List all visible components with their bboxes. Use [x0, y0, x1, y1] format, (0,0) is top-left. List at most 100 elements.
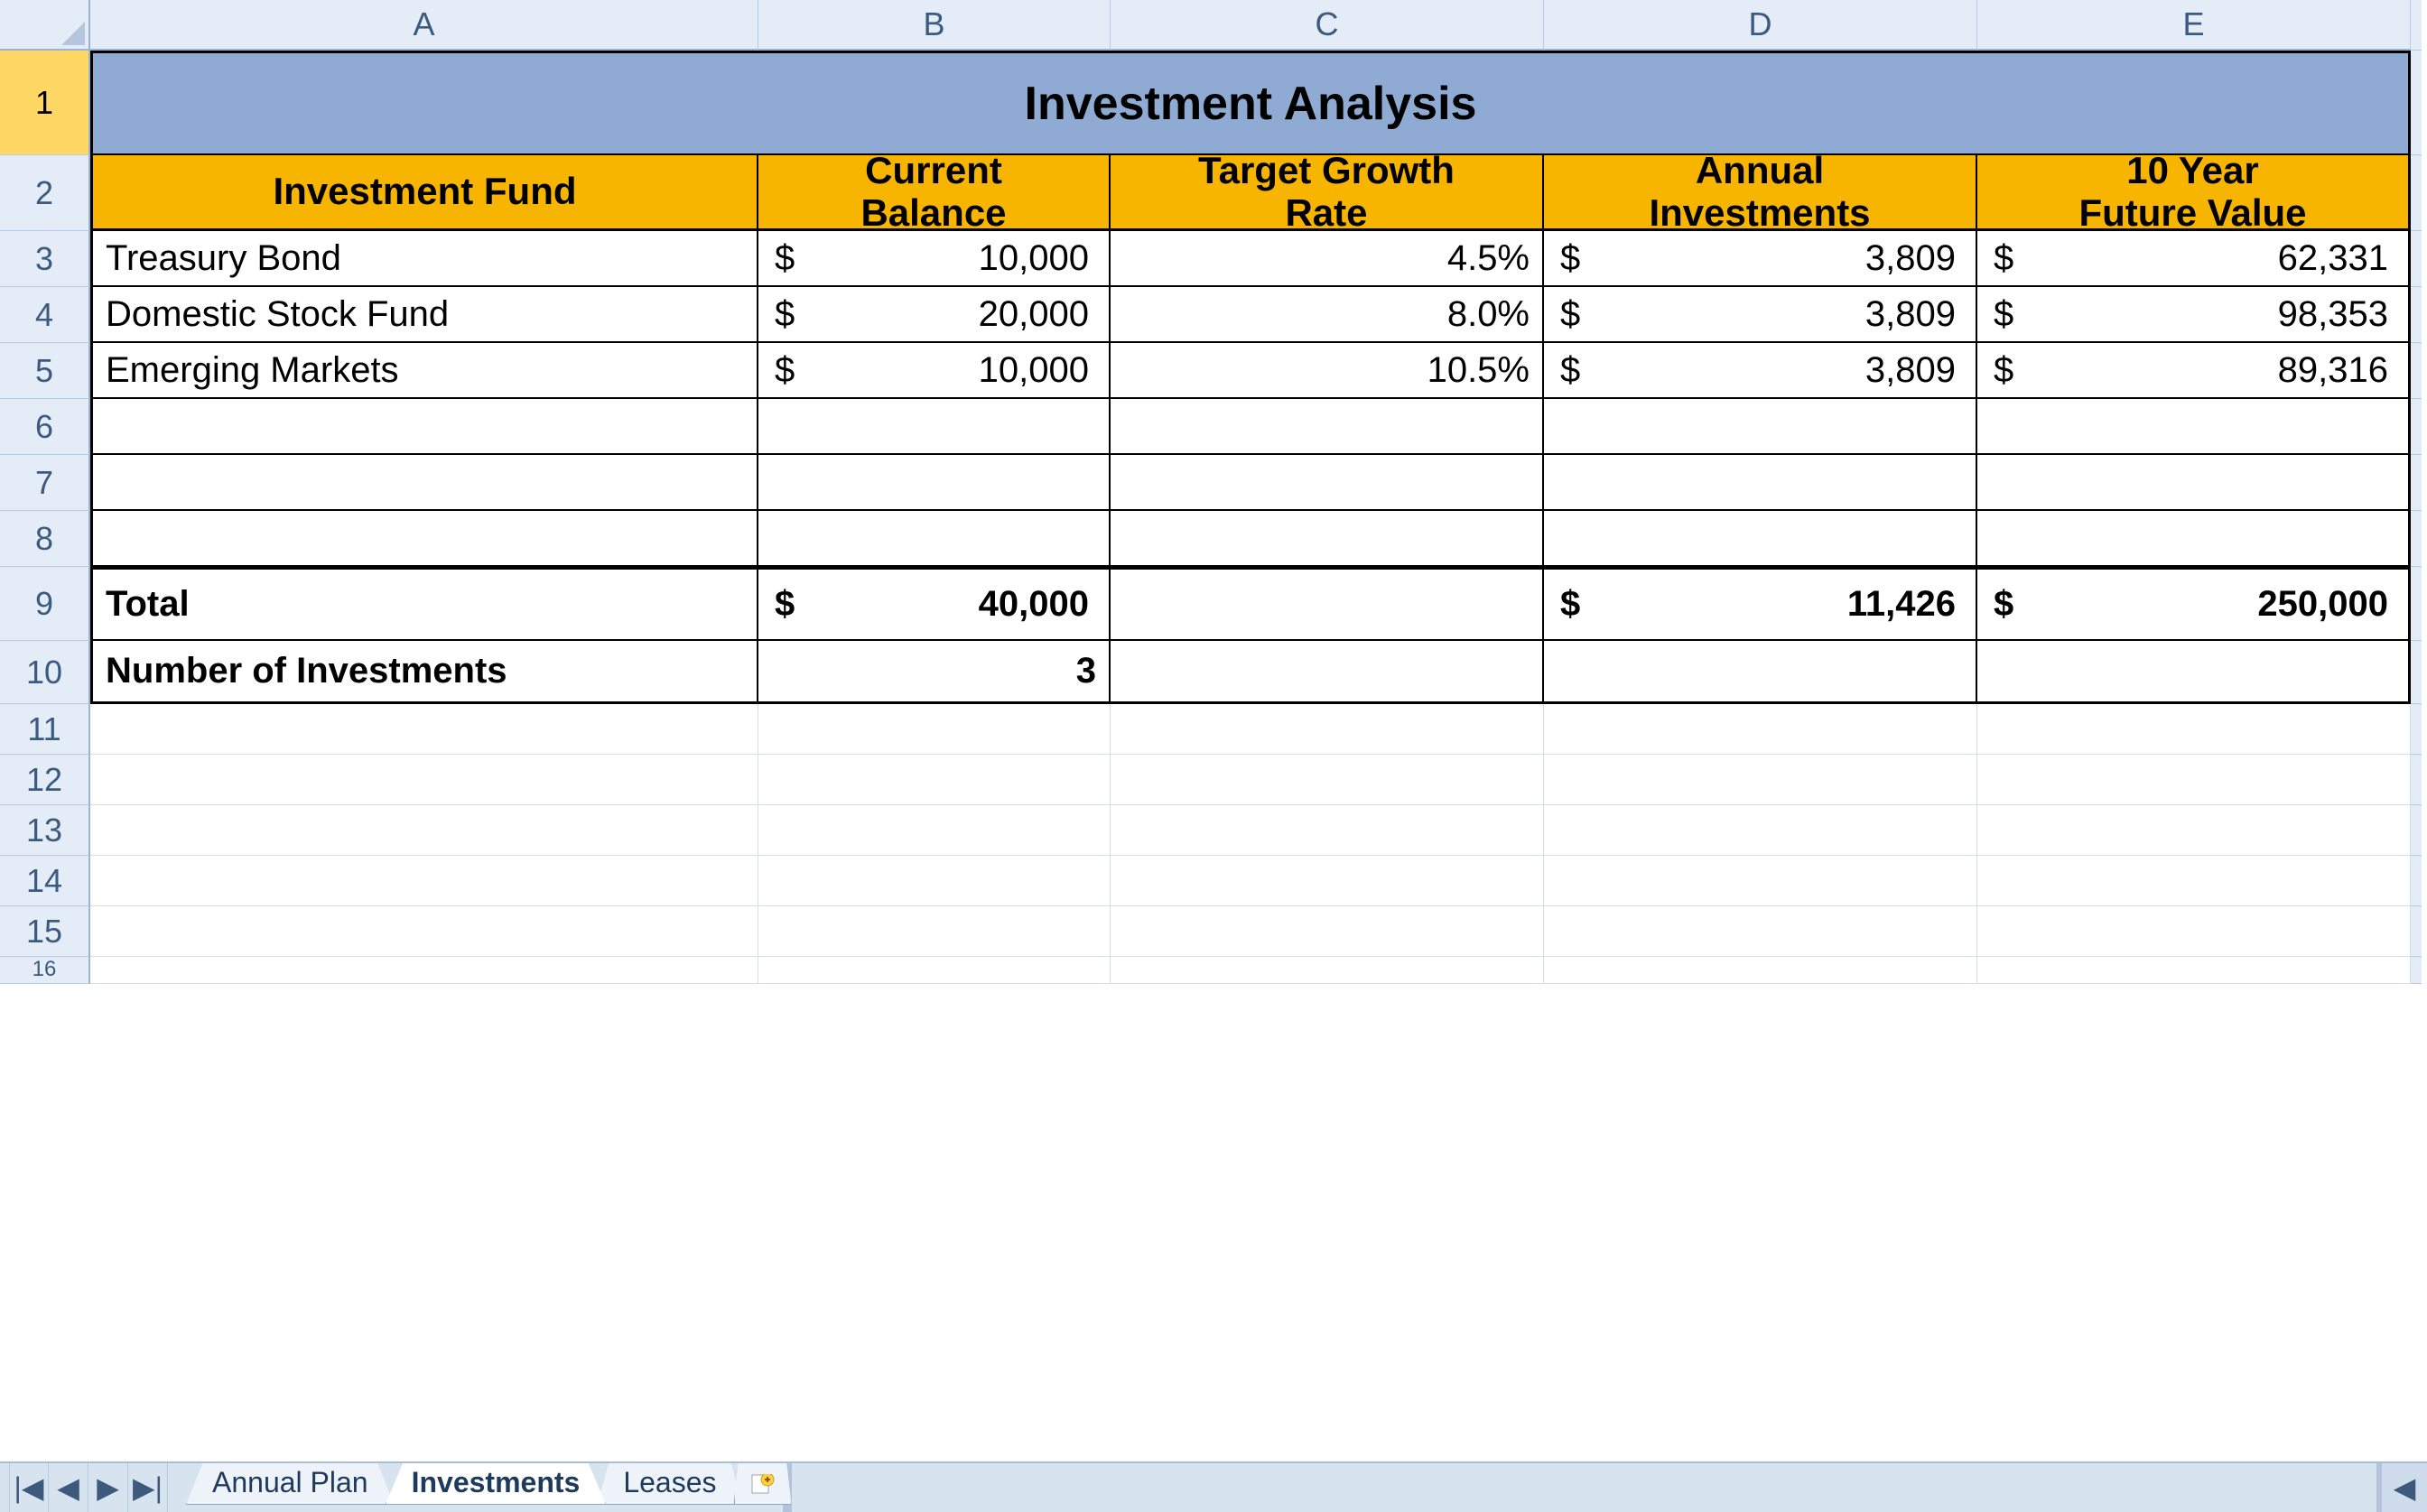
col-header-D[interactable]: D [1544, 0, 1977, 51]
tab-new-sheet[interactable] [734, 1463, 792, 1505]
cell-C16[interactable] [1111, 957, 1544, 984]
cell-A4[interactable]: Domestic Stock Fund [90, 287, 758, 343]
cell-B5[interactable]: $10,000 [758, 343, 1111, 399]
tab-annual-plan[interactable]: Annual Plan [186, 1463, 395, 1505]
cell-D13[interactable] [1544, 805, 1977, 856]
cell-A7[interactable] [90, 455, 758, 511]
cell-E4[interactable]: $98,353 [1977, 287, 2411, 343]
cell-E11[interactable] [1977, 704, 2411, 755]
row-header-1[interactable]: 1 [0, 51, 90, 155]
cell-C8[interactable] [1111, 511, 1544, 567]
row-header-14[interactable]: 14 [0, 856, 90, 906]
cell-A15[interactable] [90, 906, 758, 957]
cell-E5[interactable]: $89,316 [1977, 343, 2411, 399]
cell-A10-numinv[interactable]: Number of Investments [90, 641, 758, 704]
cell-B12[interactable] [758, 755, 1111, 805]
cell-D9[interactable]: $11,426 [1544, 567, 1977, 641]
cell-A11[interactable] [90, 704, 758, 755]
cell-A3[interactable]: Treasury Bond [90, 231, 758, 287]
cell-B13[interactable] [758, 805, 1111, 856]
row-header-4[interactable]: 4 [0, 287, 90, 343]
cell-D10[interactable] [1544, 641, 1977, 704]
cell-E12[interactable] [1977, 755, 2411, 805]
cell-B9[interactable]: $40,000 [758, 567, 1111, 641]
row-header-10[interactable]: 10 [0, 641, 90, 704]
cell-D12[interactable] [1544, 755, 1977, 805]
cell-C3[interactable]: 4.5% [1111, 231, 1544, 287]
cell-D16[interactable] [1544, 957, 1977, 984]
cell-D3[interactable]: $3,809 [1544, 231, 1977, 287]
cell-A12[interactable] [90, 755, 758, 805]
cell-C4[interactable]: 8.0% [1111, 287, 1544, 343]
tab-nav-first[interactable]: |◀ [9, 1463, 49, 1512]
row-header-7[interactable]: 7 [0, 455, 90, 511]
cell-B11[interactable] [758, 704, 1111, 755]
cell-A9-total[interactable]: Total [90, 567, 758, 641]
cell-C12[interactable] [1111, 755, 1544, 805]
cell-B14[interactable] [758, 856, 1111, 906]
cell-E3[interactable]: $62,331 [1977, 231, 2411, 287]
row-header-3[interactable]: 3 [0, 231, 90, 287]
cell-D4[interactable]: $3,809 [1544, 287, 1977, 343]
grid[interactable]: A B C D E 1 Investment Analysis 2 Invest… [0, 0, 2427, 984]
cell-A6[interactable] [90, 399, 758, 455]
cell-C13[interactable] [1111, 805, 1544, 856]
header-future-value[interactable]: 10 Year Future Value [1977, 155, 2411, 231]
cell-D8[interactable] [1544, 511, 1977, 567]
cell-B6[interactable] [758, 399, 1111, 455]
cell-E16[interactable] [1977, 957, 2411, 984]
tab-leases[interactable]: Leases [597, 1463, 742, 1505]
cell-C14[interactable] [1111, 856, 1544, 906]
select-all-corner[interactable] [0, 0, 90, 51]
cell-E9[interactable]: $250,000 [1977, 567, 2411, 641]
cell-A16[interactable] [90, 957, 758, 984]
col-header-B[interactable]: B [758, 0, 1111, 51]
header-investment-fund[interactable]: Investment Fund [90, 155, 758, 231]
cell-B4[interactable]: $20,000 [758, 287, 1111, 343]
row-header-12[interactable]: 12 [0, 755, 90, 805]
tab-investments[interactable]: Investments [386, 1463, 607, 1505]
cell-A13[interactable] [90, 805, 758, 856]
row-header-5[interactable]: 5 [0, 343, 90, 399]
title-cell[interactable]: Investment Analysis [90, 51, 2411, 155]
row-header-13[interactable]: 13 [0, 805, 90, 856]
cell-D7[interactable] [1544, 455, 1977, 511]
hscroll-left-button[interactable]: ◀ [2376, 1463, 2427, 1512]
header-target-growth-rate[interactable]: Target Growth Rate [1111, 155, 1544, 231]
cell-B15[interactable] [758, 906, 1111, 957]
tab-nav-next[interactable]: ▶ [88, 1463, 128, 1512]
header-annual-investments[interactable]: Annual Investments [1544, 155, 1977, 231]
cell-C15[interactable] [1111, 906, 1544, 957]
cell-E14[interactable] [1977, 856, 2411, 906]
row-header-8[interactable]: 8 [0, 511, 90, 567]
cell-A5[interactable]: Emerging Markets [90, 343, 758, 399]
cell-B3[interactable]: $10,000 [758, 231, 1111, 287]
cell-D14[interactable] [1544, 856, 1977, 906]
cell-C11[interactable] [1111, 704, 1544, 755]
cell-D15[interactable] [1544, 906, 1977, 957]
col-header-C[interactable]: C [1111, 0, 1544, 51]
cell-C6[interactable] [1111, 399, 1544, 455]
cell-E6[interactable] [1977, 399, 2411, 455]
cell-D11[interactable] [1544, 704, 1977, 755]
tab-nav-last[interactable]: ▶| [128, 1463, 168, 1512]
cell-E10[interactable] [1977, 641, 2411, 704]
cell-D6[interactable] [1544, 399, 1977, 455]
cell-A14[interactable] [90, 856, 758, 906]
row-header-9[interactable]: 9 [0, 567, 90, 641]
row-header-2[interactable]: 2 [0, 155, 90, 231]
cell-E15[interactable] [1977, 906, 2411, 957]
col-header-A[interactable]: A [90, 0, 758, 51]
cell-A8[interactable] [90, 511, 758, 567]
cell-C7[interactable] [1111, 455, 1544, 511]
row-header-16[interactable]: 16 [0, 957, 90, 984]
cell-B10[interactable]: 3 [758, 641, 1111, 704]
cell-C5[interactable]: 10.5% [1111, 343, 1544, 399]
cell-B8[interactable] [758, 511, 1111, 567]
cell-D5[interactable]: $3,809 [1544, 343, 1977, 399]
cell-E7[interactable] [1977, 455, 2411, 511]
cell-C9[interactable] [1111, 567, 1544, 641]
cell-E8[interactable] [1977, 511, 2411, 567]
row-header-6[interactable]: 6 [0, 399, 90, 455]
cell-B16[interactable] [758, 957, 1111, 984]
